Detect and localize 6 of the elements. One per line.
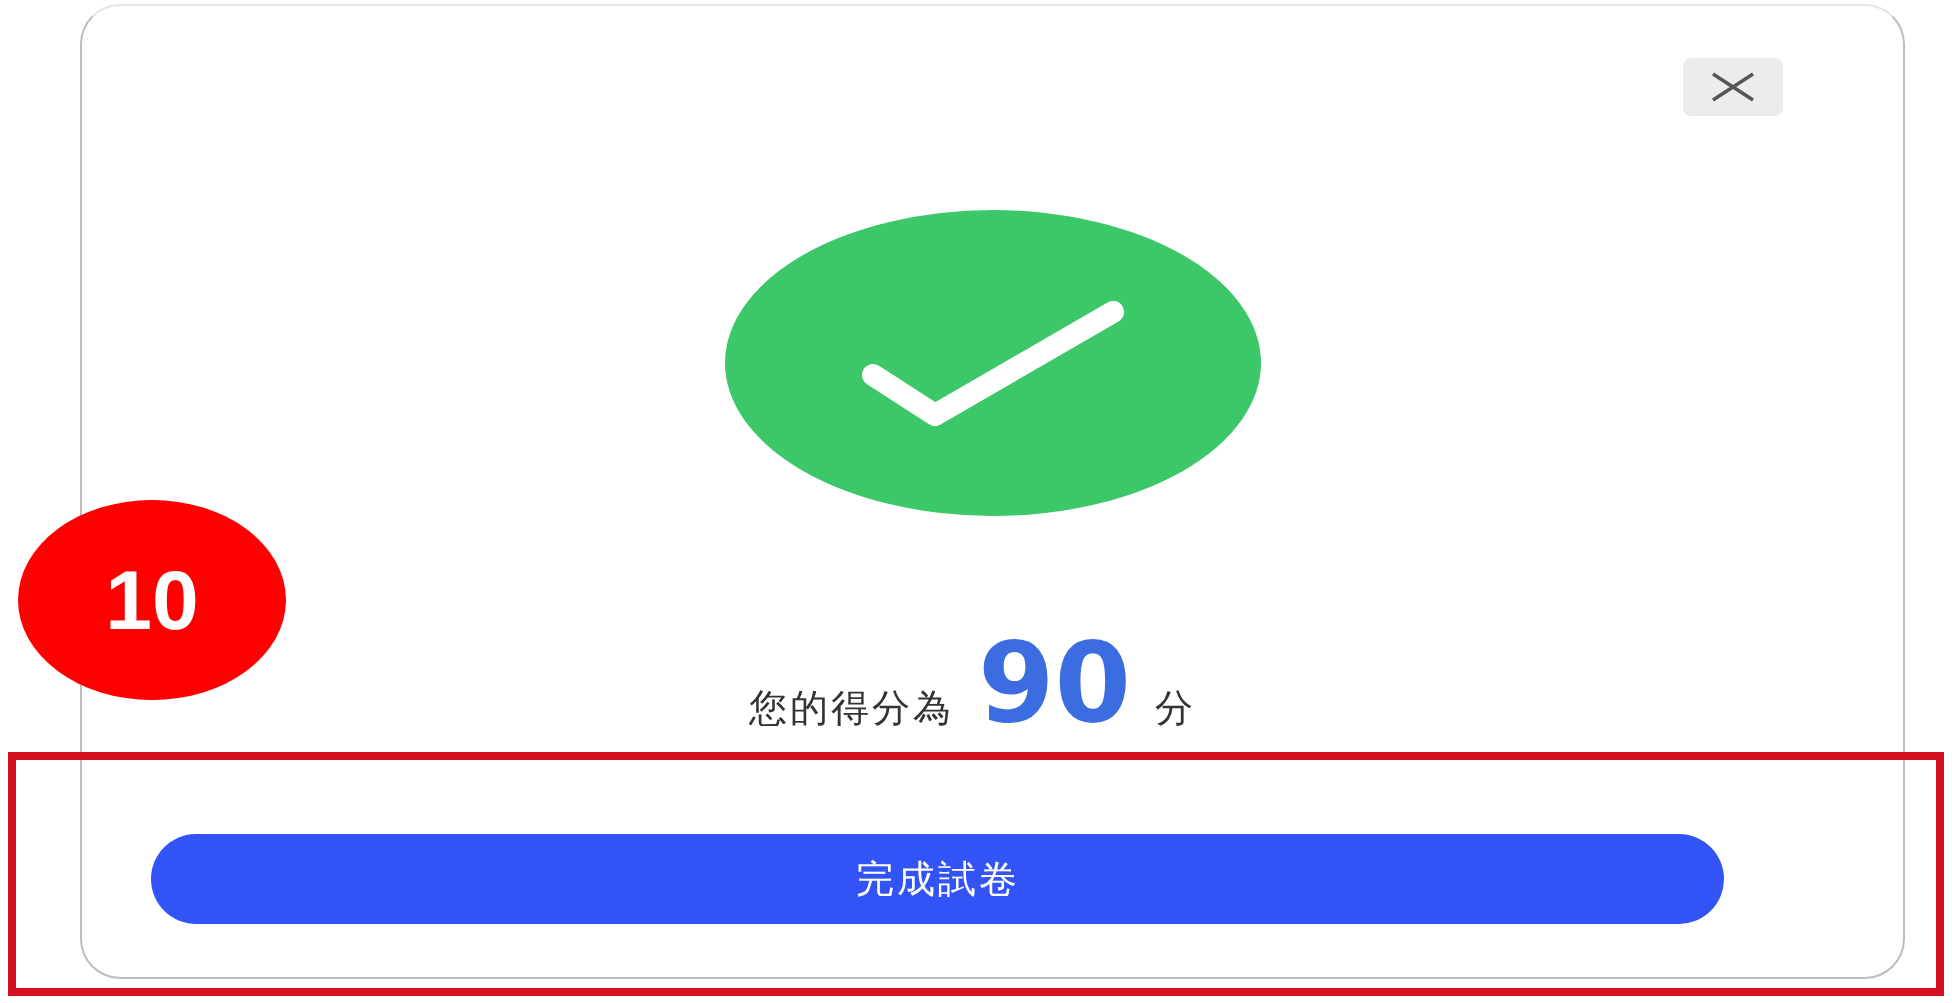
close-button[interactable] xyxy=(1683,58,1783,116)
score-label: 您的得分為 xyxy=(748,685,954,732)
score-value: 90 xyxy=(977,628,1132,738)
success-check-icon xyxy=(724,210,1261,516)
finish-button[interactable]: 完成試卷 xyxy=(151,834,1724,924)
score-unit: 分 xyxy=(1155,685,1197,732)
